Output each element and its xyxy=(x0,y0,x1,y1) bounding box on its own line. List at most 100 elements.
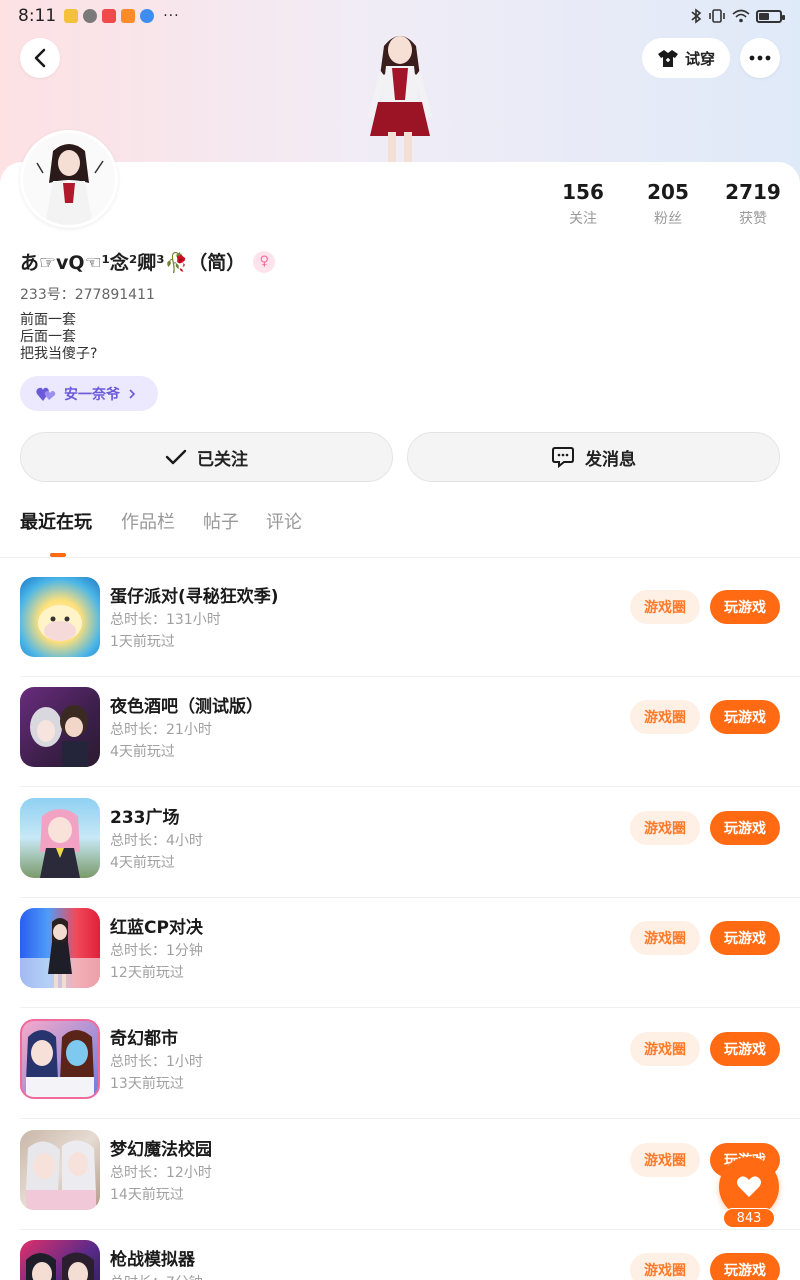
avatar[interactable] xyxy=(20,130,118,228)
game-title: 梦幻魔法校园 xyxy=(110,1140,212,1160)
game-last-played: 12天前玩过 xyxy=(110,965,184,981)
play-game-button[interactable]: 玩游戏 xyxy=(710,1032,780,1066)
game-duration: 总时长：131小时 xyxy=(110,612,221,628)
following-label: 已关注 xyxy=(197,449,248,470)
username: あ☞vQ☜¹念²卿³🥀（简） xyxy=(20,252,246,274)
game-icon xyxy=(20,1019,100,1099)
following-button[interactable]: 已关注 xyxy=(20,432,393,482)
play-game-button[interactable]: 玩游戏 xyxy=(710,590,780,624)
pair-chip[interactable]: 安一奈爷 xyxy=(20,376,158,411)
game-circle-button[interactable]: 游戏圈 xyxy=(630,1143,700,1177)
game-circle-button[interactable]: 游戏圈 xyxy=(630,1253,700,1280)
game-circle-button[interactable]: 游戏圈 xyxy=(630,700,700,734)
chevron-left-icon xyxy=(34,48,46,68)
game-last-played: 4天前玩过 xyxy=(110,855,175,871)
stat-followers-label: 粉丝 xyxy=(654,211,682,227)
bluetooth-icon xyxy=(691,8,702,24)
play-game-button[interactable]: 玩游戏 xyxy=(710,811,780,845)
game-icon xyxy=(20,1130,100,1210)
game-duration: 总时长：12小时 xyxy=(110,1165,212,1181)
stat-likes[interactable]: 2719 获赞 xyxy=(713,180,793,228)
game-row[interactable]: 夜色酒吧（测试版） 总时长：21小时 4天前玩过 游戏圈 玩游戏 xyxy=(20,677,800,787)
vibrate-icon xyxy=(709,9,725,23)
game-title: 夜色酒吧（测试版） xyxy=(110,697,263,717)
game-row[interactable]: 红蓝CP对决 总时长：1分钟 12天前玩过 游戏圈 玩游戏 xyxy=(20,898,800,1008)
shirt-icon xyxy=(657,50,678,67)
bio-line: 把我当傻子? xyxy=(20,346,98,362)
game-last-played: 13天前玩过 xyxy=(110,1076,184,1092)
avatar-image xyxy=(23,133,115,225)
battery-icon xyxy=(756,9,785,23)
female-gender-icon: ♀ xyxy=(253,250,276,273)
tab-recently-played[interactable]: 最近在玩 xyxy=(20,508,92,534)
game-duration: 总时长：1小时 xyxy=(110,1054,203,1070)
check-icon xyxy=(165,449,187,465)
wifi-icon xyxy=(732,9,750,23)
game-icon xyxy=(20,798,100,878)
like-count-badge: 843 xyxy=(723,1208,775,1228)
play-game-button[interactable]: 玩游戏 xyxy=(710,921,780,955)
bio-line: 前面一套 xyxy=(20,312,76,328)
game-row[interactable]: 梦幻魔法校园 总时长：12小时 14天前玩过 游戏圈 玩游戏 xyxy=(20,1120,800,1230)
game-circle-button[interactable]: 游戏圈 xyxy=(630,590,700,624)
stat-following-value: 156 xyxy=(562,180,604,204)
game-duration: 总时长：7分钟 xyxy=(110,1272,203,1280)
stat-followers-value: 205 xyxy=(647,180,689,204)
game-title: 蛋仔派对(寻秘狂欢季) xyxy=(110,587,279,607)
stat-following[interactable]: 156 关注 xyxy=(543,180,623,228)
pair-chip-label: 安一奈爷 xyxy=(64,386,120,403)
play-game-button[interactable]: 玩游戏 xyxy=(710,700,780,734)
game-title: 红蓝CP对决 xyxy=(110,918,203,938)
game-icon xyxy=(20,577,100,657)
game-icon xyxy=(20,1240,100,1280)
game-circle-button[interactable]: 游戏圈 xyxy=(630,1032,700,1066)
tab-posts[interactable]: 帖子 xyxy=(203,508,239,534)
tab-comments[interactable]: 评论 xyxy=(266,508,302,534)
stat-following-label: 关注 xyxy=(569,211,597,227)
game-circle-button[interactable]: 游戏圈 xyxy=(630,811,700,845)
game-icon xyxy=(20,908,100,988)
more-notifications: ··· xyxy=(163,8,180,24)
game-last-played: 1天前玩过 xyxy=(110,634,175,650)
game-row[interactable]: 枪战模拟器 总时长：7分钟 游戏圈 玩游戏 xyxy=(20,1230,800,1280)
game-title: 233广场 xyxy=(110,808,180,828)
app-icon xyxy=(64,9,79,23)
stat-followers[interactable]: 205 粉丝 xyxy=(628,180,708,228)
orange-app-icon xyxy=(121,9,136,23)
game-duration: 总时长：21小时 xyxy=(110,722,212,738)
wechat-icon xyxy=(83,9,98,23)
username-row: あ☞vQ☜¹念²卿³🥀（简） ♀ xyxy=(20,248,276,275)
red-app-icon xyxy=(102,9,117,23)
game-row[interactable]: 蛋仔派对(寻秘狂欢季) 总时长：131小时 1天前玩过 游戏圈 玩游戏 xyxy=(20,567,800,677)
try-on-button[interactable]: 试穿 xyxy=(642,38,730,78)
game-title: 奇幻都市 xyxy=(110,1029,178,1049)
game-icon xyxy=(20,687,100,767)
game-circle-button[interactable]: 游戏圈 xyxy=(630,921,700,955)
back-button[interactable] xyxy=(20,38,60,78)
avatar-3d-figure xyxy=(368,36,432,166)
tab-works[interactable]: 作品栏 xyxy=(121,508,175,534)
blue-app-icon xyxy=(140,9,155,23)
game-duration: 总时长：1分钟 xyxy=(110,943,203,959)
game-last-played: 4天前玩过 xyxy=(110,744,175,760)
user-id: 233号：277891411 xyxy=(20,287,155,303)
heart-icon xyxy=(737,1176,761,1197)
game-row[interactable]: 奇幻都市 总时长：1小时 13天前玩过 游戏圈 玩游戏 xyxy=(20,1009,800,1119)
try-on-label: 试穿 xyxy=(684,49,715,68)
status-time: 8:11 xyxy=(18,6,57,26)
stat-likes-label: 获赞 xyxy=(739,211,767,227)
system-icons xyxy=(690,8,785,24)
more-dots-icon xyxy=(749,55,771,61)
send-message-button[interactable]: 发消息 xyxy=(407,432,780,482)
game-row[interactable]: 233广场 总时长：4小时 4天前玩过 游戏圈 玩游戏 xyxy=(20,788,800,898)
bio-line: 后面一套 xyxy=(20,329,76,345)
send-message-label: 发消息 xyxy=(585,449,636,470)
chat-bubble-icon xyxy=(552,447,574,468)
profile-tabs: 最近在玩 作品栏 帖子 评论 xyxy=(0,508,800,558)
tab-indicator xyxy=(50,553,66,557)
more-button[interactable] xyxy=(740,38,780,78)
game-title: 枪战模拟器 xyxy=(110,1250,195,1270)
play-game-button[interactable]: 玩游戏 xyxy=(710,1253,780,1280)
game-duration: 总时长：4小时 xyxy=(110,833,203,849)
double-heart-icon xyxy=(36,387,56,401)
